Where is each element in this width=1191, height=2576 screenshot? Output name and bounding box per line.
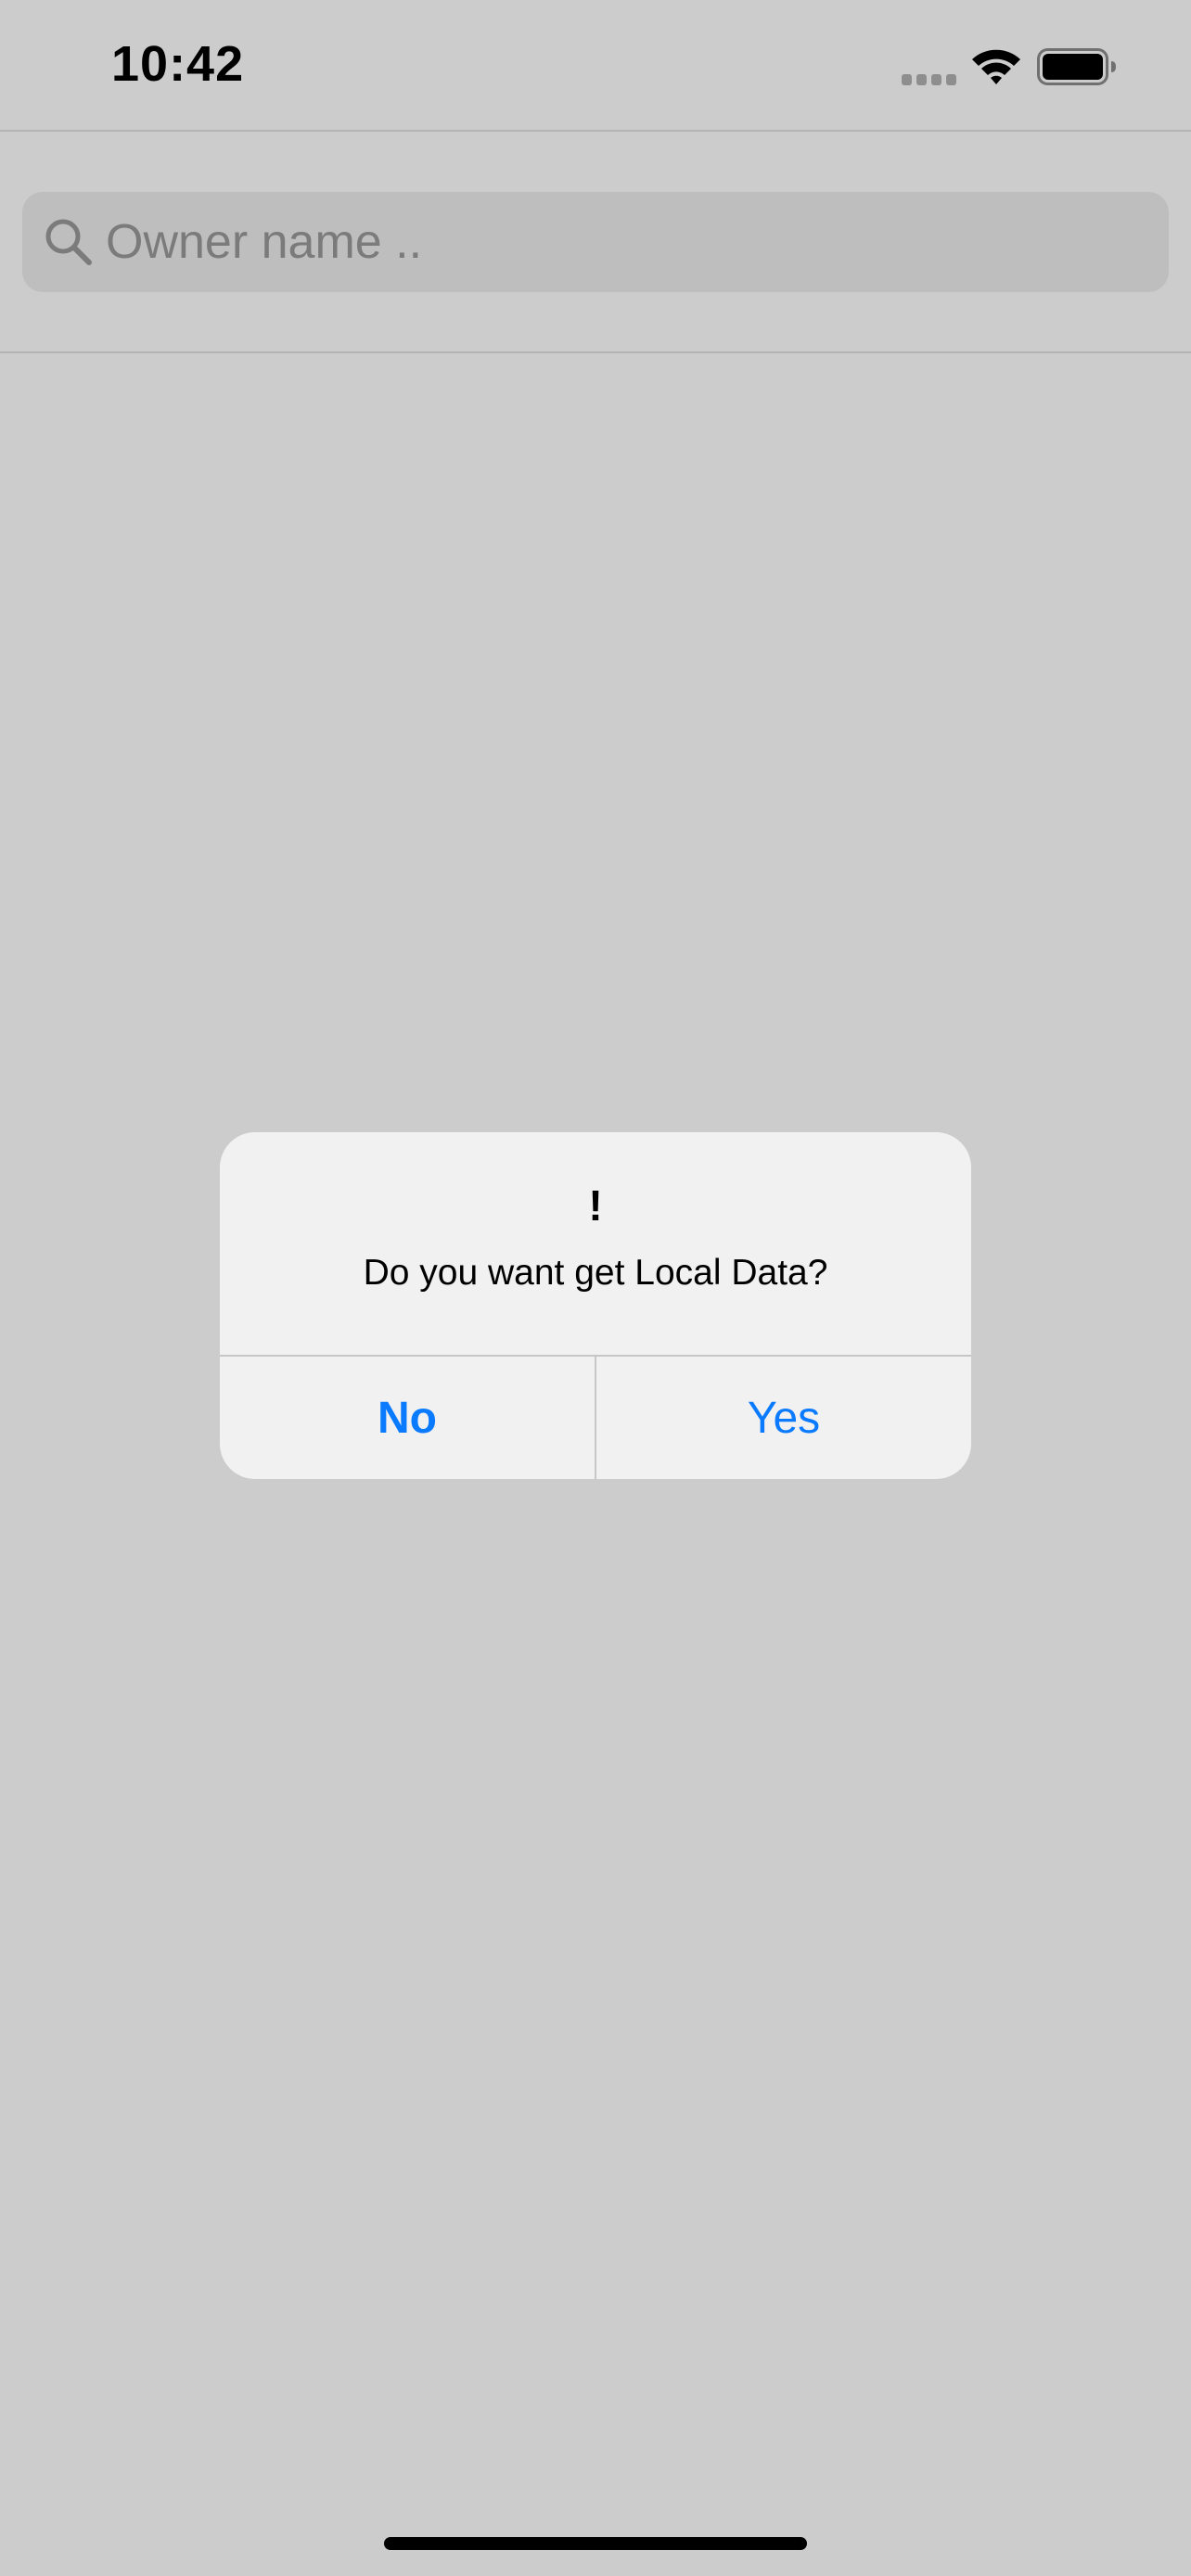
alert-title: ! [588, 1181, 603, 1230]
top-divider [0, 130, 1191, 132]
search-divider [0, 351, 1191, 353]
search-input[interactable] [106, 192, 1145, 292]
status-bar: 10:42 [0, 0, 1191, 130]
alert-message: Do you want get Local Data? [363, 1253, 828, 1293]
yes-button[interactable]: Yes [596, 1357, 971, 1479]
status-time: 10:42 [111, 36, 245, 92]
cellular-signal-icon [902, 74, 957, 85]
battery-icon [1037, 48, 1116, 85]
search-bar[interactable] [22, 192, 1169, 292]
search-icon [45, 219, 92, 265]
no-button[interactable]: No [220, 1357, 595, 1479]
alert-dialog: ! Do you want get Local Data? No Yes [220, 1132, 971, 1479]
wifi-icon [972, 49, 1020, 84]
home-indicator[interactable] [384, 2537, 807, 2550]
